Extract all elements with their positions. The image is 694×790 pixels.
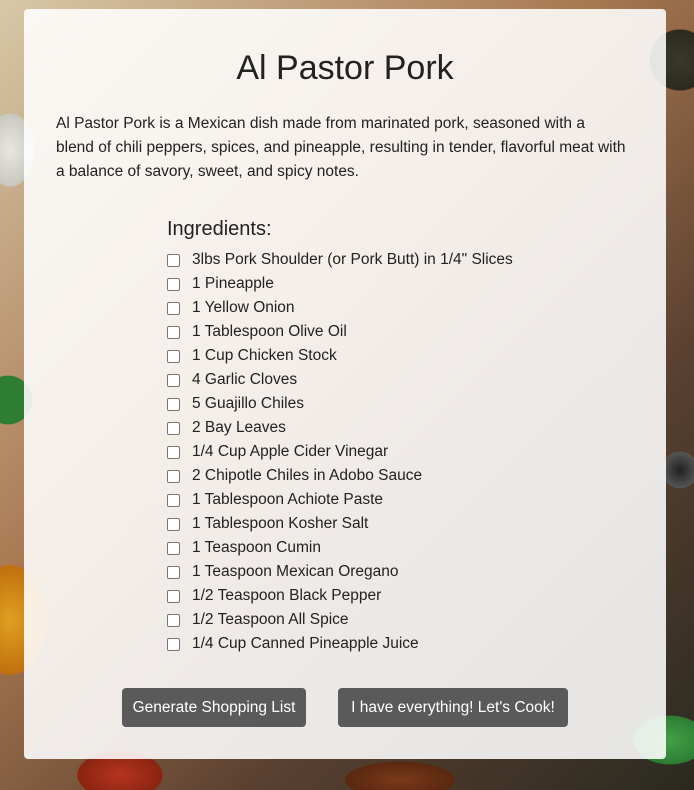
ingredients-heading: Ingredients: <box>167 218 272 240</box>
ingredients-list: 3lbs Pork Shoulder (or Pork Butt) in 1/4… <box>167 248 513 656</box>
ingredient-checkbox[interactable] <box>167 253 180 267</box>
ingredient-checkbox[interactable] <box>167 637 180 651</box>
ingredient-label: 4 Garlic Cloves <box>192 371 298 388</box>
ingredient-item: 3lbs Pork Shoulder (or Pork Butt) in 1/4… <box>167 248 513 272</box>
ingredient-label: 1/2 Teaspoon All Spice <box>192 611 349 628</box>
ingredient-checkbox[interactable] <box>167 373 180 387</box>
ingredient-item: 1/2 Teaspoon All Spice <box>167 608 513 632</box>
ingredient-checkbox[interactable] <box>167 349 180 363</box>
recipe-description: Al Pastor Pork is a Mexican dish made fr… <box>56 115 626 180</box>
ingredient-checkbox[interactable] <box>167 469 180 483</box>
ingredient-checkbox[interactable] <box>167 541 180 555</box>
ingredient-label: 1 Tablespoon Achiote Paste <box>192 491 384 508</box>
ingredient-label: 1 Cup Chicken Stock <box>192 347 337 364</box>
ingredient-checkbox[interactable] <box>167 325 180 339</box>
ingredient-label: 1 Tablespoon Olive Oil <box>192 323 347 340</box>
ingredient-item: 1 Tablespoon Achiote Paste <box>167 488 513 512</box>
ingredient-label: 1 Teaspoon Cumin <box>192 539 321 556</box>
ingredient-label: 1 Teaspoon Mexican Oregano <box>192 563 399 580</box>
ingredient-label: 1/4 Cup Apple Cider Vinegar <box>192 443 389 460</box>
recipe-card: Al Pastor Pork Al Pastor Pork is a Mexic… <box>24 9 666 759</box>
ingredient-checkbox[interactable] <box>167 613 180 627</box>
ingredient-label: 3lbs Pork Shoulder (or Pork Butt) in 1/4… <box>192 251 513 268</box>
ingredient-item: 2 Bay Leaves <box>167 416 513 440</box>
ingredient-checkbox[interactable] <box>167 301 180 315</box>
ingredient-item: 1 Tablespoon Olive Oil <box>167 320 513 344</box>
ingredient-label: 5 Guajillo Chiles <box>192 395 304 412</box>
ingredient-item: 1 Tablespoon Kosher Salt <box>167 512 513 536</box>
ingredient-checkbox[interactable] <box>167 445 180 459</box>
ingredient-label: 1 Tablespoon Kosher Salt <box>192 515 369 532</box>
ingredient-item: 1/4 Cup Canned Pineapple Juice <box>167 632 513 656</box>
ingredient-item: 1 Pineapple <box>167 272 513 296</box>
ingredient-checkbox[interactable] <box>167 589 180 603</box>
ingredient-item: 1 Cup Chicken Stock <box>167 344 513 368</box>
ingredient-checkbox[interactable] <box>167 277 180 291</box>
lets-cook-button[interactable]: I have everything! Let's Cook! <box>338 688 568 727</box>
ingredient-checkbox[interactable] <box>167 517 180 531</box>
ingredient-item: 1/4 Cup Apple Cider Vinegar <box>167 440 513 464</box>
ingredient-label: 1 Yellow Onion <box>192 299 295 316</box>
ingredient-checkbox[interactable] <box>167 421 180 435</box>
generate-shopping-list-button[interactable]: Generate Shopping List <box>122 688 306 727</box>
ingredient-checkbox[interactable] <box>167 565 180 579</box>
ingredient-label: 1/2 Teaspoon Black Pepper <box>192 587 382 604</box>
ingredient-item: 5 Guajillo Chiles <box>167 392 513 416</box>
recipe-title: Al Pastor Pork <box>236 49 454 87</box>
ingredient-label: 2 Chipotle Chiles in Adobo Sauce <box>192 467 423 484</box>
ingredient-item: 4 Garlic Cloves <box>167 368 513 392</box>
ingredient-label: 1/4 Cup Canned Pineapple Juice <box>192 635 419 652</box>
ingredient-label: 2 Bay Leaves <box>192 419 286 436</box>
ingredient-item: 1 Teaspoon Cumin <box>167 536 513 560</box>
ingredient-label: 1 Pineapple <box>192 275 274 292</box>
ingredient-item: 2 Chipotle Chiles in Adobo Sauce <box>167 464 513 488</box>
ingredient-checkbox[interactable] <box>167 397 180 411</box>
ingredient-item: 1 Yellow Onion <box>167 296 513 320</box>
ingredient-item: 1/2 Teaspoon Black Pepper <box>167 584 513 608</box>
ingredient-checkbox[interactable] <box>167 493 180 507</box>
ingredient-item: 1 Teaspoon Mexican Oregano <box>167 560 513 584</box>
